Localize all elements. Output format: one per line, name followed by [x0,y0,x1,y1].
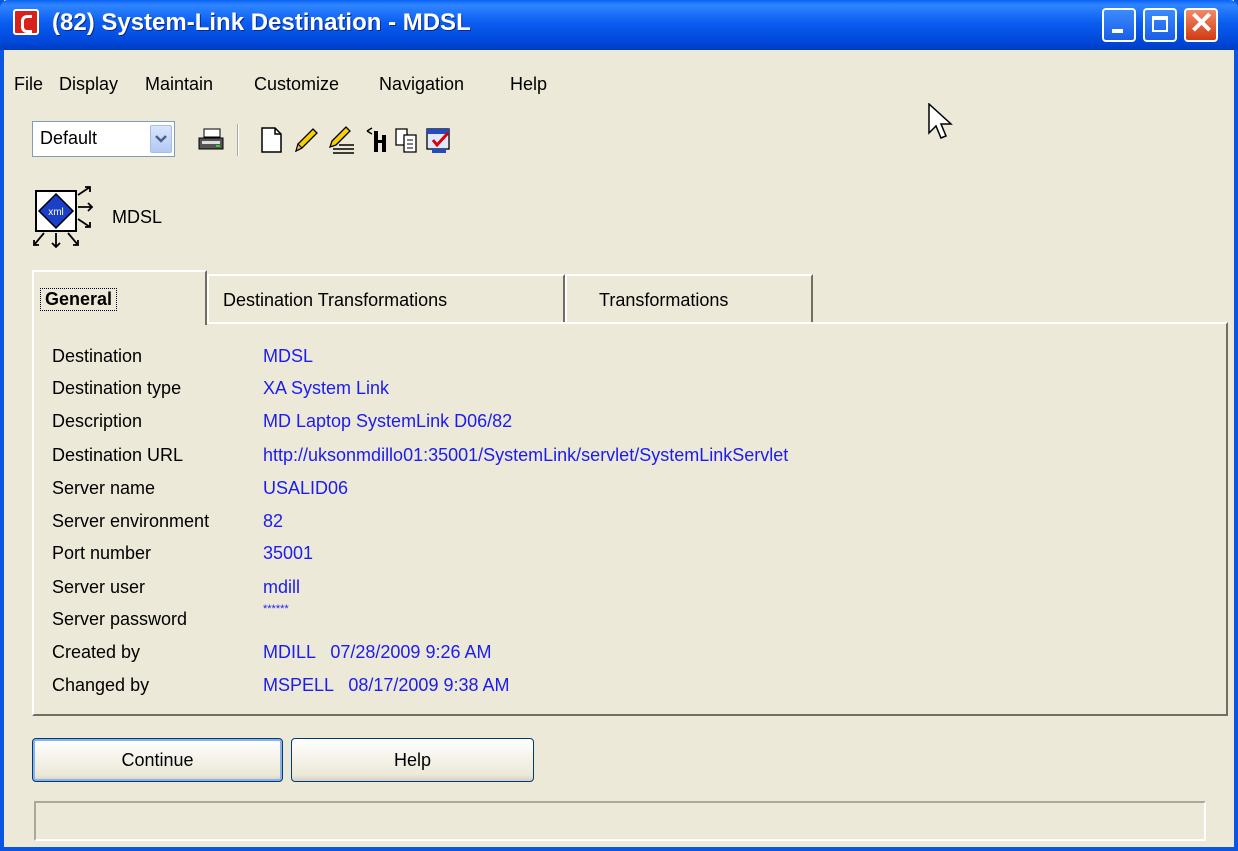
xml-destination-icon: xml [33,186,94,249]
field-value-server-environment: 82 [263,511,284,531]
close-icon: ✕ [1189,7,1215,40]
maximize-button[interactable] [1143,8,1177,42]
field-value-server-user: mdill [263,577,301,597]
field-label: Changed by [52,675,150,695]
field-value-destination: MDSL [263,346,314,366]
field-value-created-by: MDILL 07/28/2009 9:26 AM [263,642,492,662]
print-icon[interactable] [196,125,226,155]
title-bar[interactable]: (82) System-Link Destination - MDSL ✕ [0,0,1238,50]
menu-maintain[interactable]: Maintain [145,74,213,95]
field-label: Description [52,411,143,431]
menu-display[interactable]: Display [59,74,118,95]
chevron-down-icon [155,135,167,143]
field-label: Server name [52,478,156,498]
field-label: Destination [52,346,143,366]
maximize-icon [1152,16,1168,32]
minimize-button[interactable] [1102,8,1136,42]
menu-navigation[interactable]: Navigation [379,74,464,95]
destination-header-label: MDSL [112,207,163,227]
tab-general[interactable]: General [32,270,207,325]
copy-icon[interactable] [392,125,422,155]
app-icon[interactable] [13,9,39,35]
field-value-destination-url: http://uksonmdillo01:35001/SystemLink/se… [263,445,789,465]
view-select-value: Default [40,128,98,148]
application-window: (82) System-Link Destination - MDSL ✕ Fi… [0,0,1238,851]
edit-text-icon[interactable] [327,125,357,155]
minimize-icon [1112,29,1123,33]
field-label: Destination type [52,378,182,398]
tab-destination-transformations-label: Destination Transformations [223,290,448,310]
field-label: Server password [52,609,188,629]
field-label: Server environment [52,511,210,531]
menu-bar: File Display Maintain Customize Navigati… [4,70,1234,100]
edit-pencil-icon[interactable] [291,125,321,155]
field-value-server-password: ****** [263,603,289,615]
toolbar-separator [237,124,239,156]
field-value-description: MD Laptop SystemLink D06/82 [263,411,513,431]
tools-icon[interactable] [362,125,392,155]
menu-help[interactable]: Help [510,74,547,95]
new-document-icon[interactable] [256,125,286,155]
select-checklist-icon[interactable] [424,125,454,155]
menu-customize[interactable]: Customize [254,74,339,95]
continue-button[interactable]: Continue [32,738,283,782]
tab-general-label: General [40,288,118,311]
field-value-port-number: 35001 [263,543,314,563]
help-button[interactable]: Help [291,738,534,782]
field-value-server-name: USALID06 [263,478,349,498]
mouse-cursor-icon [928,103,953,139]
field-label: Created by [52,642,141,662]
tab-destination-transformations[interactable]: Destination Transformations [207,274,565,322]
field-label: Port number [52,543,152,563]
field-value-changed-by: MSPELL 08/17/2009 9:38 AM [263,675,510,695]
dropdown-button[interactable] [150,125,172,153]
view-select[interactable]: Default [32,121,175,157]
tab-transformations-label: Transformations [599,290,729,310]
svg-text:xml: xml [48,207,64,218]
general-panel: Destination MDSL Destination type XA Sys… [32,322,1228,716]
window-title: (82) System-Link Destination - MDSL [52,9,471,36]
field-label: Destination URL [52,445,184,465]
close-button[interactable]: ✕ [1184,7,1218,42]
field-label: Server user [52,577,146,597]
status-bar [34,801,1206,841]
tab-transformations[interactable]: Transformations [565,274,813,322]
field-value-destination-type: XA System Link [263,378,390,398]
menu-file[interactable]: File [14,74,43,95]
